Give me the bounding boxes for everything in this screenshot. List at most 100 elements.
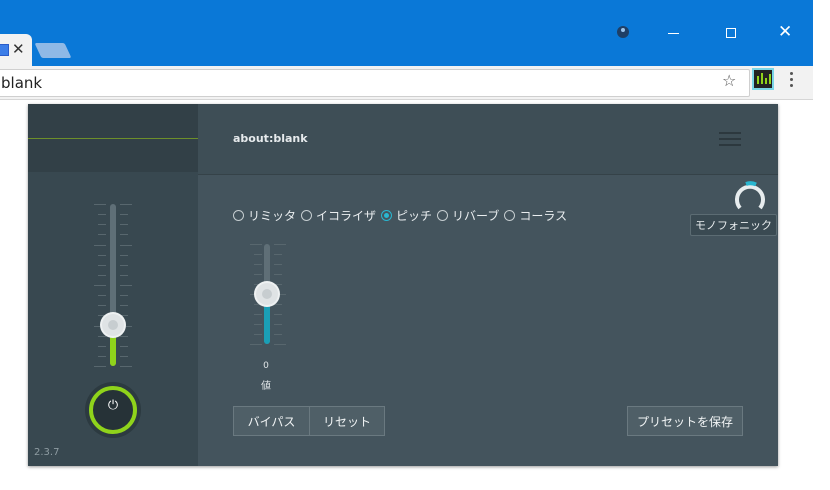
browser-toolbar: blank ☆ xyxy=(0,66,813,100)
master-header xyxy=(28,104,198,172)
tick-mark xyxy=(120,295,128,297)
minimize-icon[interactable] xyxy=(668,33,679,34)
tick-mark xyxy=(274,334,282,335)
effect-radio-equalizer[interactable]: イコライザ xyxy=(301,207,376,224)
tick-mark xyxy=(254,304,262,305)
tick-mark xyxy=(274,264,282,265)
tick-mark xyxy=(94,366,106,367)
effect-label: ピッチ xyxy=(396,209,433,223)
effect-selector: リミッタ イコライザ ピッチ リバーブ コーラス xyxy=(233,207,572,224)
tick-mark xyxy=(120,366,132,367)
tick-mark xyxy=(94,285,106,286)
tick-mark xyxy=(274,284,282,285)
hamburger-menu-icon[interactable] xyxy=(719,132,741,150)
master-volume-track xyxy=(110,204,116,366)
mono-gauge-icon[interactable] xyxy=(732,178,768,214)
tick-mark xyxy=(98,335,106,337)
profile-icon[interactable] xyxy=(617,26,629,38)
tick-mark xyxy=(120,254,128,256)
tick-mark xyxy=(254,334,262,335)
effect-radio-chorus[interactable]: コーラス xyxy=(504,207,567,224)
tick-mark xyxy=(274,324,282,325)
tick-mark xyxy=(274,244,286,245)
tick-mark xyxy=(254,314,262,315)
tick-mark xyxy=(250,244,262,245)
current-url: about:blank xyxy=(233,132,308,145)
tick-mark xyxy=(98,224,106,226)
tick-mark xyxy=(98,305,106,307)
bypass-button[interactable]: バイパス xyxy=(233,406,310,436)
new-tab-button[interactable] xyxy=(34,43,72,58)
popup-header: about:blank xyxy=(198,104,778,175)
accent-line xyxy=(28,138,198,139)
master-volume-slider[interactable] xyxy=(102,314,124,336)
power-button[interactable]: ⏻ xyxy=(85,382,141,438)
save-preset-button[interactable]: プリセットを保存 xyxy=(627,406,743,436)
radio-circle xyxy=(437,210,449,221)
tick-mark xyxy=(120,244,132,246)
effect-label: イコライザ xyxy=(316,209,377,223)
tick-mark xyxy=(120,224,128,226)
tick-mark xyxy=(120,214,128,216)
maximize-icon[interactable] xyxy=(726,28,736,38)
tick-mark xyxy=(120,315,128,317)
tick-mark xyxy=(254,254,262,255)
tick-mark xyxy=(274,274,282,275)
tick-mark xyxy=(120,264,128,266)
tick-mark xyxy=(98,345,106,347)
master-panel: ⏻ 2.3.7 xyxy=(28,104,198,466)
tick-mark xyxy=(120,285,132,286)
tick-mark xyxy=(274,254,282,255)
tab-close-icon[interactable]: ✕ xyxy=(12,40,25,58)
browser-tab[interactable]: ✕ xyxy=(0,34,32,66)
menu-icon[interactable] xyxy=(790,72,794,90)
tick-mark xyxy=(120,335,128,337)
audio-effects-popup: ⏻ 2.3.7 about:blank リミッタ イコライザ ピッチ リバーブ … xyxy=(28,104,778,466)
tick-mark xyxy=(98,295,106,297)
tick-mark xyxy=(98,254,106,256)
version-label: 2.3.7 xyxy=(34,447,60,458)
page-favicon-icon xyxy=(0,44,9,56)
power-icon: ⏻ xyxy=(107,398,119,413)
tick-mark xyxy=(254,274,262,275)
effect-radio-reverb[interactable]: リバーブ xyxy=(437,207,499,224)
pitch-caption: 値 xyxy=(261,381,271,392)
pitch-slider[interactable] xyxy=(256,283,278,305)
tick-mark xyxy=(254,324,262,325)
tick-mark xyxy=(98,214,106,216)
tick-mark xyxy=(98,274,106,276)
radio-circle xyxy=(301,210,313,221)
browser-titlebar: ✕ ✕ xyxy=(0,0,813,66)
tick-mark xyxy=(94,204,106,205)
close-icon[interactable]: ✕ xyxy=(778,24,792,41)
tick-mark xyxy=(98,264,106,266)
tick-mark xyxy=(254,264,262,265)
effect-label: リミッタ xyxy=(248,209,297,223)
address-bar[interactable]: blank xyxy=(0,69,750,97)
tick-mark xyxy=(120,274,128,276)
monophonic-toggle[interactable]: モノフォニック xyxy=(690,214,777,236)
tick-mark xyxy=(250,344,262,345)
effect-radio-pitch[interactable]: ピッチ xyxy=(381,207,432,224)
tick-mark xyxy=(120,204,132,205)
reset-button[interactable]: リセット xyxy=(309,406,385,436)
effect-label: コーラス xyxy=(519,209,568,223)
radio-circle xyxy=(233,210,244,221)
tick-mark xyxy=(274,314,282,315)
tick-mark xyxy=(120,345,128,347)
pitch-value: 0 xyxy=(263,361,269,371)
radio-circle-selected xyxy=(381,210,393,221)
window-edge xyxy=(813,0,830,490)
star-icon[interactable]: ☆ xyxy=(722,71,736,90)
extension-icon[interactable] xyxy=(752,68,774,90)
tick-mark xyxy=(120,305,128,307)
effect-label: リバーブ xyxy=(452,209,500,223)
tick-mark xyxy=(94,244,106,246)
tick-mark xyxy=(98,355,106,357)
tick-mark xyxy=(274,304,282,305)
address-text: blank xyxy=(1,74,43,92)
radio-circle xyxy=(504,210,516,221)
tick-mark xyxy=(120,234,128,236)
tick-mark xyxy=(98,234,106,236)
effect-radio-limiter[interactable]: リミッタ xyxy=(233,207,296,224)
